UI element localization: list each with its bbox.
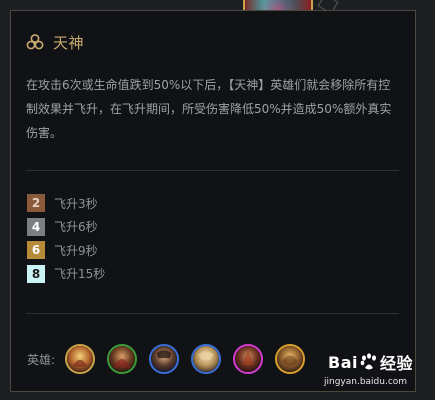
watermark-brand: Bai 经验: [328, 350, 413, 374]
watermark-brand-suffix: 经验: [379, 354, 413, 373]
trait-title: 天神: [53, 33, 85, 52]
watermark-brand-prefix: Bai: [328, 352, 358, 372]
tier-count-badge: 2: [27, 194, 45, 212]
tier-effect: 飞升6秒: [54, 220, 98, 234]
tier-count-badge: 4: [27, 217, 45, 236]
trait-tooltip-card: 天神 在攻击6次或生命值跌到50%以下后，【天神】英雄们就会移除所有控制效果并飞…: [10, 10, 416, 392]
tier-row: 8 飞升15秒: [27, 264, 327, 283]
hero-portrait-3-icon[interactable]: [149, 344, 180, 374]
hero-portrait-5-icon[interactable]: [233, 344, 264, 374]
screen: 天神 在攻击6次或生命值跌到50%以下后，【天神】英雄们就会移除所有控制效果并飞…: [0, 0, 435, 400]
tier-count-badge: 8: [27, 264, 45, 283]
tier-effect: 飞升3秒: [54, 196, 98, 211]
divider: [26, 313, 399, 314]
hero-portrait-4-icon[interactable]: [191, 344, 222, 374]
tier-effect: 飞升9秒: [54, 243, 98, 258]
trait-header: 天神: [25, 31, 84, 53]
paw-icon: [360, 353, 376, 370]
hero-portrait-2-icon[interactable]: [107, 344, 138, 374]
tier-row: 4 飞升6秒: [27, 217, 327, 236]
heroes-label: 英雄:: [27, 352, 56, 367]
hero-portrait-6-icon[interactable]: [275, 344, 306, 374]
celestial-trait-icon: [26, 34, 44, 50]
watermark-url: jingyan.baidu.com: [324, 377, 408, 387]
divider: [26, 170, 399, 171]
top-hero-portrait-icon: [243, 0, 313, 10]
trait-description: 在攻击6次或生命值跌到50%以下后，【天神】英雄们就会移除所有控制效果并飞升，在…: [26, 78, 392, 140]
tier-row: 2 飞升3秒: [27, 194, 327, 212]
hero-list: 英雄:: [27, 341, 317, 377]
tier-count-badge: 6: [27, 241, 45, 259]
baidu-jingyan-watermark: Bai 经验 jingyan.baidu.com: [322, 350, 432, 396]
tier-row: 6 飞升9秒: [27, 241, 327, 259]
hero-portrait-1-icon[interactable]: [65, 344, 96, 374]
tier-effect: 飞升15秒: [54, 267, 106, 281]
tier-list: 2 飞升3秒 4 飞升6秒 6 飞升9秒 8 飞升15秒: [27, 194, 327, 288]
